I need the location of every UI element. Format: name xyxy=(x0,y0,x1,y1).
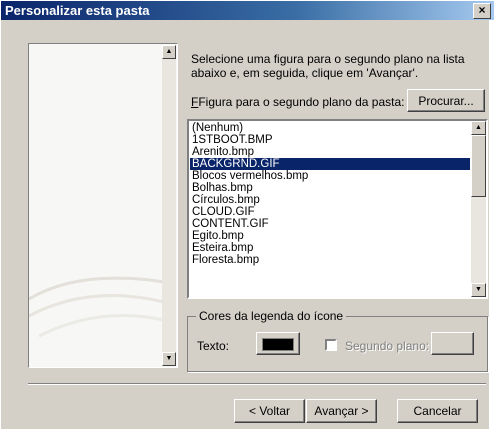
image-listbox[interactable]: (Nenhum) 1STBOOT.BMP Arenito.bmp BACKGRND.G… xyxy=(187,119,488,299)
group-legend: Cores da legenda do ícone xyxy=(196,309,347,323)
title-bar: Personalizar esta pasta × xyxy=(1,1,494,20)
preview-scrollbar[interactable]: ▲ ▼ xyxy=(162,45,176,366)
list-item[interactable]: Círculos.bmp xyxy=(190,194,470,206)
close-icon[interactable]: × xyxy=(473,3,491,19)
list-item[interactable]: Egito.bmp xyxy=(190,230,470,242)
list-item[interactable]: Bolhas.bmp xyxy=(190,182,470,194)
list-item[interactable]: CONTENT.GIF xyxy=(190,218,470,230)
scroll-thumb[interactable] xyxy=(471,135,486,197)
scroll-down-icon[interactable]: ▼ xyxy=(162,352,176,366)
list-item[interactable]: (Nenhum) xyxy=(190,122,470,134)
next-button[interactable]: Avançar > xyxy=(306,399,377,423)
list-item[interactable]: CLOUD.GIF xyxy=(190,206,470,218)
list-item[interactable]: Blocos vermelhos.bmp xyxy=(190,170,470,182)
folder-image-label: FFigura para o segundo plano da pasta: xyxy=(191,95,405,109)
divider xyxy=(28,383,486,385)
scroll-up-icon[interactable]: ▲ xyxy=(162,45,176,59)
list-scrollbar[interactable]: ▲ ▼ xyxy=(471,121,486,297)
background-color-button xyxy=(431,332,474,355)
instructions-text: Selecione uma figura para o segundo plan… xyxy=(191,52,465,80)
cancel-button[interactable]: Cancelar xyxy=(397,399,478,423)
color-swatch xyxy=(262,338,294,351)
background-checkbox[interactable] xyxy=(325,339,337,351)
icon-caption-colors-group: Cores da legenda do ícone Texto: Segundo… xyxy=(187,309,488,372)
text-color-button[interactable] xyxy=(256,332,300,355)
background-label: Segundo plano: xyxy=(345,339,430,353)
preview-background xyxy=(29,276,164,338)
customize-folder-dialog: Personalizar esta pasta × ▲ ▼ Selecione … xyxy=(0,0,494,429)
list-item[interactable]: Arenito.bmp xyxy=(190,146,470,158)
list-item[interactable]: 1STBOOT.BMP xyxy=(190,134,470,146)
scroll-down-icon[interactable]: ▼ xyxy=(471,283,486,297)
window-title: Personalizar esta pasta xyxy=(5,3,150,18)
image-list: (Nenhum) 1STBOOT.BMP Arenito.bmp BACKGRND.G… xyxy=(190,122,470,266)
list-item[interactable]: BACKGRND.GIF xyxy=(190,158,470,170)
scroll-up-icon[interactable]: ▲ xyxy=(471,121,486,135)
list-item[interactable]: Esteira.bmp xyxy=(190,242,470,254)
preview-pane: ▲ ▼ xyxy=(28,43,178,368)
text-color-label: Texto: xyxy=(197,339,230,353)
list-item[interactable]: Floresta.bmp xyxy=(190,254,470,266)
back-button[interactable]: < Voltar xyxy=(234,399,305,423)
browse-button[interactable]: Procurar... xyxy=(407,89,485,112)
